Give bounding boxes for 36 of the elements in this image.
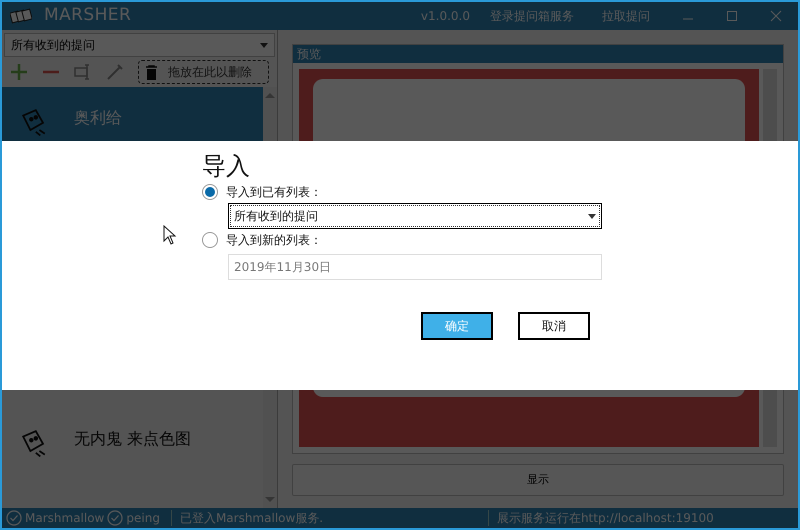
list-name-field[interactable]: 2019年11月30日 bbox=[228, 254, 602, 280]
check-circle-icon bbox=[107, 510, 124, 526]
service-label: peing bbox=[126, 510, 160, 527]
radio-button[interactable] bbox=[202, 184, 218, 200]
list-dropdown[interactable]: 所有收到的提问 bbox=[228, 203, 602, 229]
status-message: 已登入Marshmallow服务. bbox=[180, 510, 324, 527]
window-title: MARSHER bbox=[44, 4, 132, 28]
dropdown-arrow-icon bbox=[260, 42, 268, 48]
trash-icon bbox=[145, 64, 158, 80]
show-button[interactable]: 显示 bbox=[292, 464, 784, 496]
preview-header: 预览 bbox=[293, 45, 783, 63]
pencil-icon[interactable] bbox=[106, 63, 124, 81]
close-icon[interactable] bbox=[770, 10, 782, 22]
dialog-button[interactable]: 取消 bbox=[518, 312, 590, 340]
question-text: 无内鬼 来点色图 bbox=[74, 428, 192, 450]
question-item[interactable]: 无内鬼 来点色图 bbox=[2, 408, 263, 476]
list-dropdown[interactable]: 所有收到的提问 bbox=[4, 33, 275, 57]
dropdown-arrow-icon bbox=[588, 214, 596, 218]
drop-zone[interactable]: 拖放在此以删除 bbox=[138, 60, 269, 84]
radio-button[interactable] bbox=[202, 232, 218, 248]
check-circle-icon bbox=[6, 510, 22, 526]
dialog-button[interactable]: 确定 bbox=[421, 312, 493, 340]
title-menu-button[interactable]: 拉取提问 bbox=[594, 7, 658, 25]
app-logo-icon bbox=[10, 7, 32, 25]
server-status: 展示服务运行在http://localhost:19100 bbox=[496, 510, 714, 527]
version-label: v1.0.0.0 bbox=[420, 8, 470, 25]
service-label: Marshmallow bbox=[25, 510, 104, 527]
add-icon[interactable] bbox=[10, 63, 28, 81]
rename-icon[interactable] bbox=[74, 63, 92, 81]
mouse-cursor-icon bbox=[163, 225, 177, 245]
question-text: 奥利给 bbox=[74, 107, 122, 129]
title-menu-button[interactable]: 登录提问箱服务 bbox=[482, 7, 582, 25]
drop-zone-label: 拖放在此以删除 bbox=[167, 64, 253, 81]
radio-label: 导入到已有列表： bbox=[226, 184, 322, 201]
maximize-icon[interactable] bbox=[726, 10, 738, 22]
radio-label: 导入到新的列表： bbox=[226, 232, 322, 249]
